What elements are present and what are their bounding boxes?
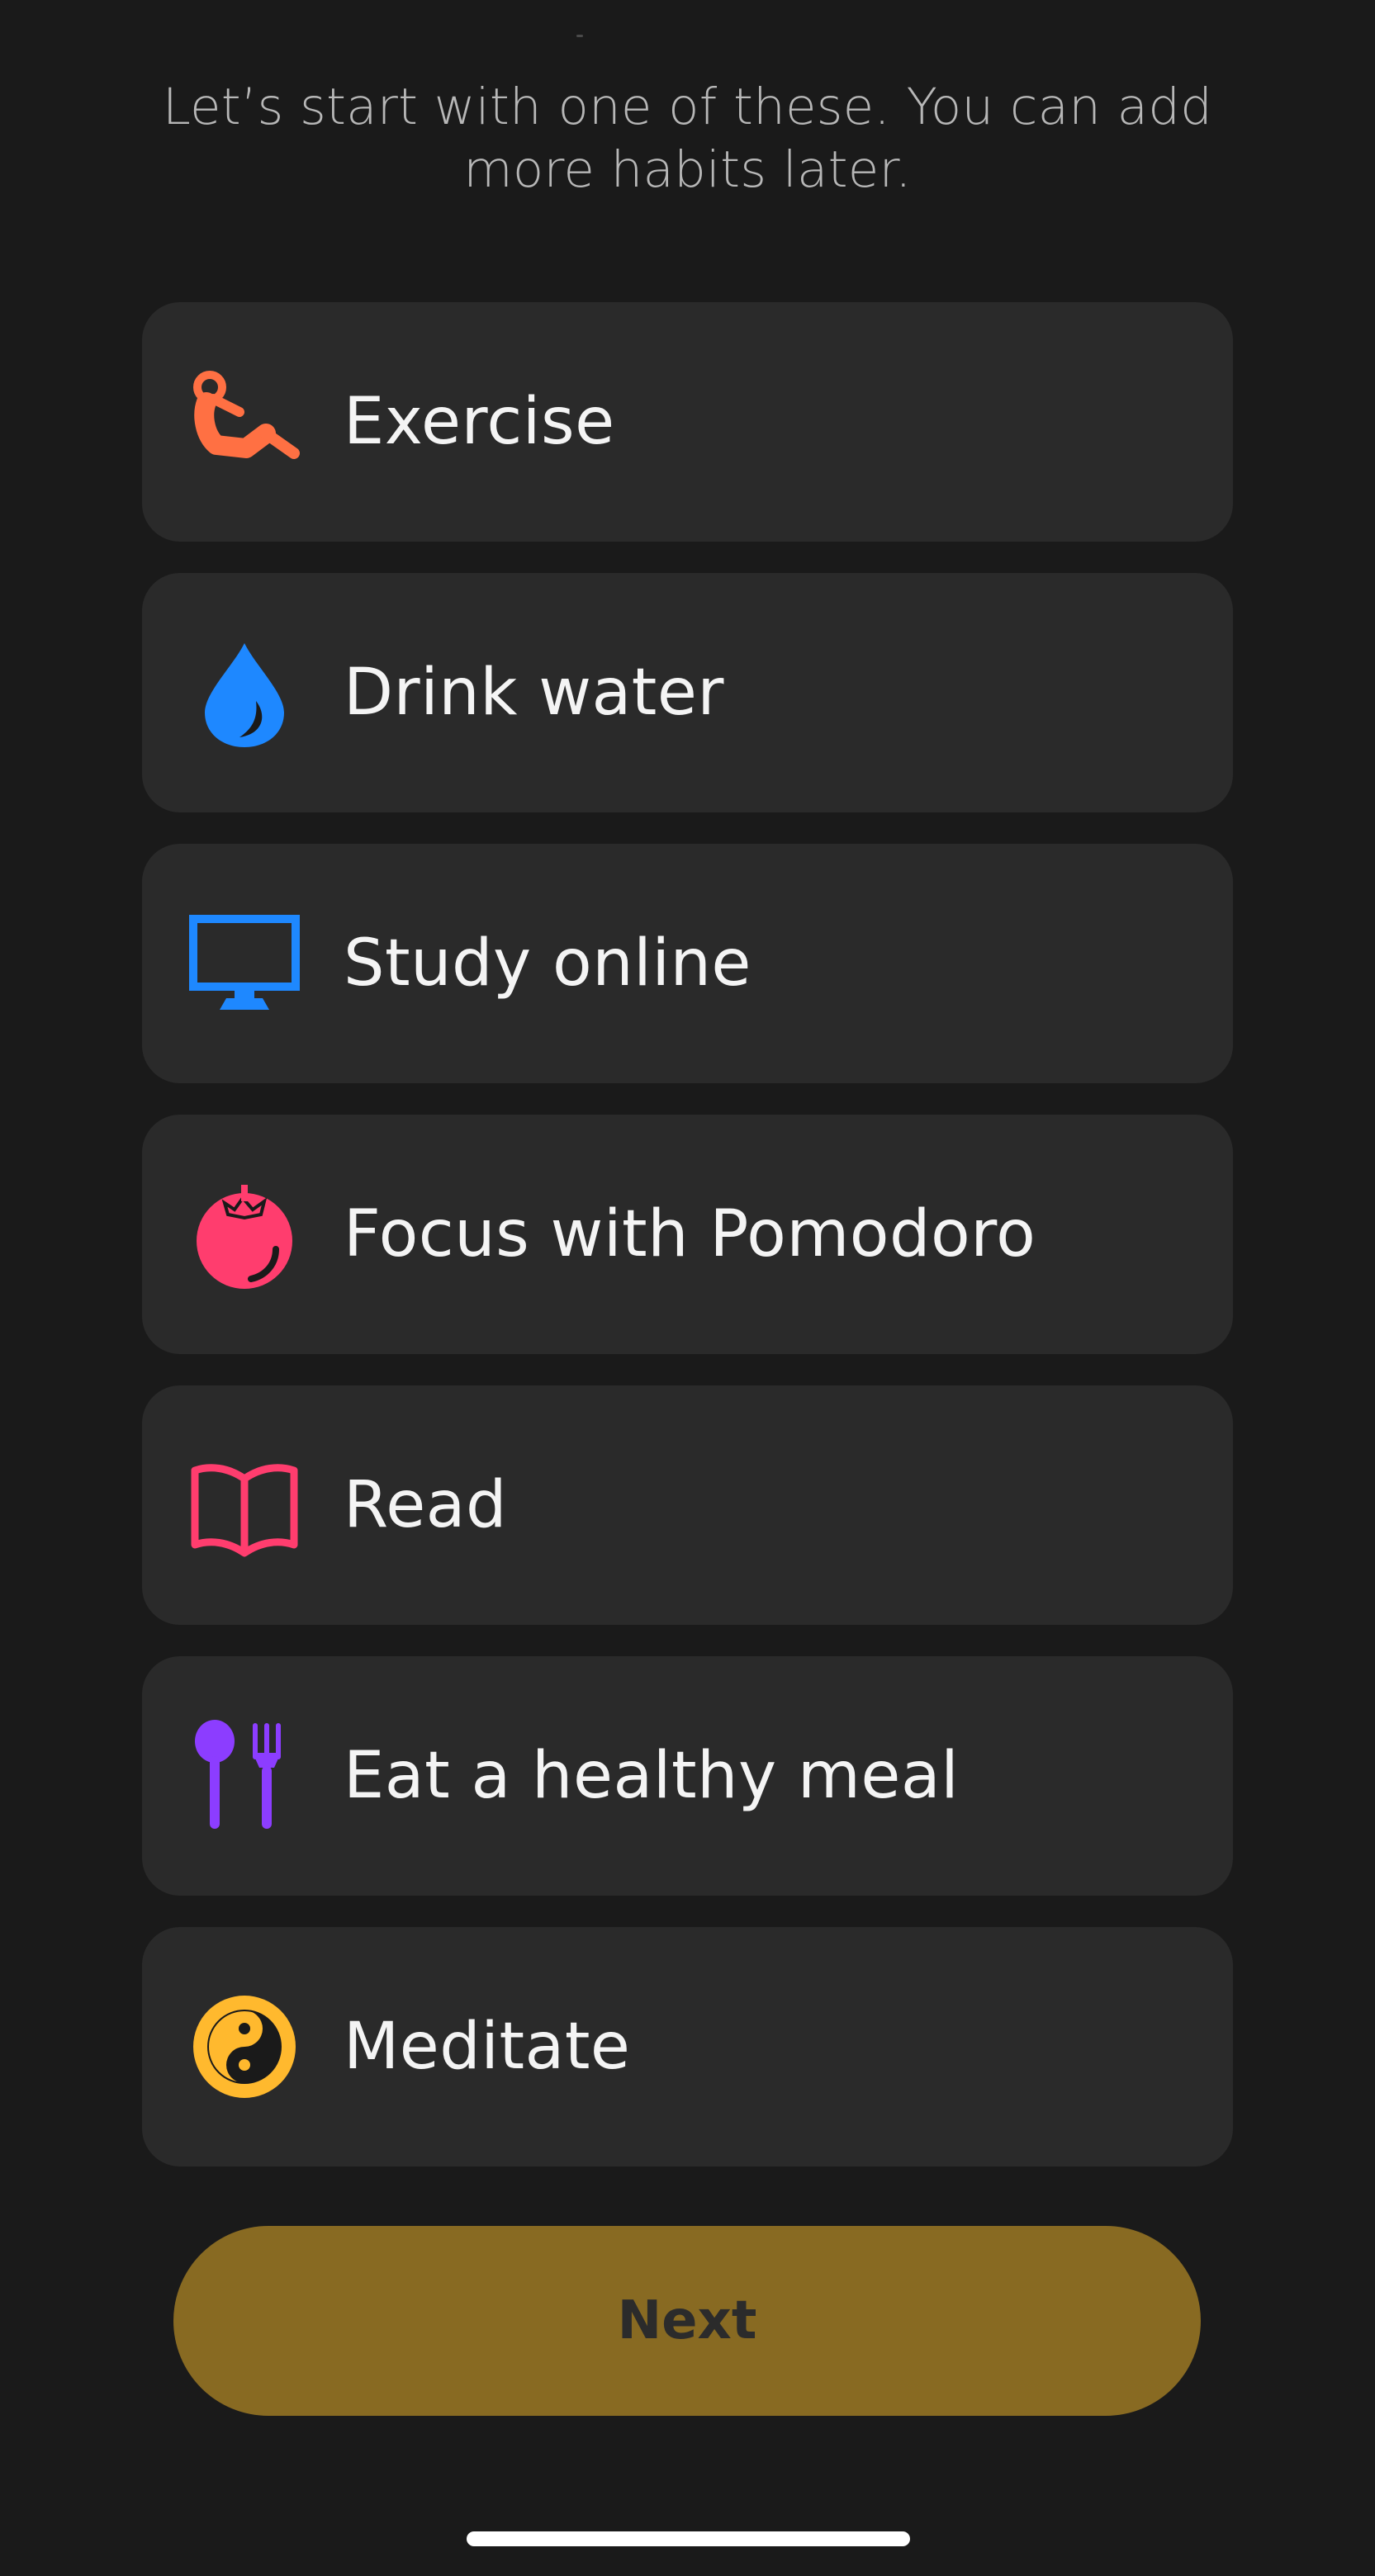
habit-label: Study online [344,926,752,1001]
habit-label: Focus with Pomodoro [344,1197,1036,1271]
habit-option-study-online[interactable]: Study online [142,844,1233,1083]
habit-option-exercise[interactable]: Exercise [142,302,1233,542]
top-dash [576,35,583,37]
habit-label: Drink water [344,656,724,730]
fork-spoon-icon [188,1720,301,1832]
habit-label: Read [344,1468,507,1542]
habit-option-pomodoro[interactable]: Focus with Pomodoro [142,1115,1233,1354]
habit-list: Exercise Drink water Study online Focus … [142,302,1233,2198]
habit-option-read[interactable]: Read [142,1385,1233,1625]
habit-label: Eat a healthy meal [344,1739,960,1813]
monitor-icon [188,907,301,1020]
intro-text: Let’s start with one of these. You can a… [162,78,1213,199]
yin-yang-icon [188,1991,301,2103]
habit-option-drink-water[interactable]: Drink water [142,573,1233,812]
habit-option-meditate[interactable]: Meditate [142,1927,1233,2166]
next-button[interactable]: Next [173,2226,1201,2416]
habit-label: Meditate [344,2010,631,2084]
water-drop-icon [188,637,301,749]
book-icon [188,1449,301,1561]
exercise-icon [188,366,301,478]
habit-label: Exercise [344,385,615,459]
home-indicator[interactable] [467,2531,910,2546]
tomato-icon [188,1178,301,1290]
habit-option-healthy-meal[interactable]: Eat a healthy meal [142,1656,1233,1896]
